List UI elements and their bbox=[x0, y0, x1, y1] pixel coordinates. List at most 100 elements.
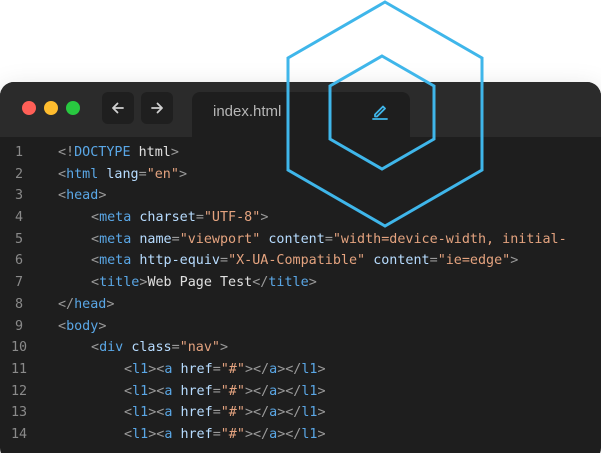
code-token: ></ bbox=[277, 361, 302, 377]
code-token: </ bbox=[58, 296, 75, 312]
code-text: <l1><a href="#"></a></l1> bbox=[58, 402, 326, 424]
line-number: 13 bbox=[10, 405, 28, 421]
code-token: l1 bbox=[132, 361, 149, 377]
code-token: meta bbox=[99, 210, 132, 226]
code-line: 14 <l1><a href="#"></a></l1> bbox=[0, 424, 601, 446]
code-token: >< bbox=[148, 383, 165, 399]
code-token: > bbox=[317, 426, 326, 442]
code-token: title bbox=[268, 275, 309, 291]
code-token: content bbox=[268, 231, 325, 247]
code-token: ></ bbox=[244, 405, 270, 421]
code-line: 6 <meta http-equiv="X-UA-Compatible" cont… bbox=[0, 250, 601, 272]
code-line: 13 <l1><a href="#"></a></l1> bbox=[0, 402, 601, 424]
code-token: > bbox=[510, 253, 519, 269]
back-button[interactable] bbox=[102, 92, 134, 124]
code-token: > bbox=[317, 361, 326, 377]
code-token: = bbox=[220, 253, 229, 269]
code-token: > bbox=[317, 383, 326, 399]
code-line: 4 <meta charset="UTF-8"> bbox=[0, 207, 601, 229]
line-number: 14 bbox=[10, 426, 28, 442]
code-text: <meta charset="UTF-8"> bbox=[58, 207, 268, 229]
code-line: 2 <html lang="en"> bbox=[0, 164, 601, 186]
close-window-button[interactable] bbox=[22, 101, 36, 115]
code-token: l1 bbox=[301, 383, 318, 399]
code-text: <html lang="en"> bbox=[58, 164, 187, 186]
code-token: < bbox=[91, 210, 100, 226]
code-line: 5 <meta name="viewport" content="width=de… bbox=[0, 229, 601, 251]
code-token: = bbox=[195, 210, 204, 226]
title-bar: index.html bbox=[0, 82, 601, 137]
code-token: > bbox=[98, 188, 107, 204]
code-token: title bbox=[99, 275, 140, 291]
code-token: "UTF-8" bbox=[203, 210, 261, 226]
code-token: a bbox=[269, 383, 278, 399]
code-token: > bbox=[98, 318, 107, 334]
code-text: <!DOCTYPE html> bbox=[58, 142, 179, 164]
code-token: head bbox=[74, 296, 107, 312]
code-token: > bbox=[308, 275, 317, 291]
code-text: <head> bbox=[58, 185, 106, 207]
code-token: "width=device-width, initial- bbox=[332, 231, 567, 247]
line-number: 3 bbox=[14, 188, 24, 204]
maximize-window-button[interactable] bbox=[66, 101, 80, 115]
code-token: a bbox=[269, 426, 278, 442]
code-text: <title>Web Page Test</title> bbox=[58, 272, 317, 294]
code-token: > bbox=[170, 145, 179, 160]
code-token: ></ bbox=[244, 383, 270, 399]
code-token: meta bbox=[99, 253, 132, 269]
code-line: 9 <body> bbox=[0, 316, 601, 338]
code-token: meta bbox=[99, 231, 132, 247]
code-token: < bbox=[58, 318, 67, 334]
line-number: 5 bbox=[14, 231, 24, 247]
line-number: 9 bbox=[14, 318, 24, 334]
code-token: a bbox=[269, 361, 278, 377]
code-token: href bbox=[180, 383, 213, 399]
code-token: < bbox=[124, 426, 133, 442]
code-token: < bbox=[124, 405, 133, 421]
pencil-icon[interactable] bbox=[370, 101, 390, 121]
code-text: <l1><a href="#"></a></l1> bbox=[58, 381, 326, 403]
forward-button[interactable] bbox=[141, 92, 173, 124]
minimize-window-button[interactable] bbox=[44, 101, 58, 115]
code-token: >< bbox=[148, 361, 165, 377]
code-token: ></ bbox=[277, 426, 302, 442]
code-text: <meta http-equiv="X-UA-Compatible" conte… bbox=[58, 250, 518, 272]
code-token: < bbox=[91, 275, 100, 291]
code-text: <l1><a href="#"></a></l1> bbox=[58, 424, 326, 446]
code-token: "#" bbox=[220, 383, 245, 399]
code-token: l1 bbox=[301, 361, 318, 377]
code-token: > bbox=[220, 340, 229, 356]
code-editor[interactable]: 1 <!DOCTYPE html> 2 <html lang="en"> 3 <head>… bbox=[0, 142, 601, 446]
code-token: "#" bbox=[220, 361, 245, 377]
line-number: 7 bbox=[14, 275, 24, 291]
tab-label: index.html bbox=[213, 103, 282, 120]
code-token: ></ bbox=[244, 361, 270, 377]
code-token: > bbox=[260, 210, 269, 226]
code-token: DOCTYPE bbox=[74, 145, 131, 160]
code-token: < bbox=[124, 383, 133, 399]
code-token: ></ bbox=[277, 405, 302, 421]
code-token: < bbox=[58, 188, 67, 204]
code-token: "X-UA-Compatible" bbox=[228, 253, 366, 269]
code-token: l1 bbox=[132, 426, 149, 442]
code-token: "#" bbox=[220, 405, 245, 421]
code-token: ></ bbox=[244, 426, 270, 442]
code-token: "viewport" bbox=[179, 231, 261, 247]
code-token: l1 bbox=[132, 405, 149, 421]
code-token: http-equiv bbox=[139, 253, 220, 269]
code-token: = bbox=[212, 426, 221, 442]
code-token: "ie=edge" bbox=[437, 253, 511, 269]
code-token: Web Page Test bbox=[147, 275, 253, 291]
code-token: l1 bbox=[301, 405, 318, 421]
code-token: href bbox=[180, 361, 213, 377]
code-token: = bbox=[212, 405, 221, 421]
tab-index-html[interactable]: index.html bbox=[192, 92, 410, 137]
line-number: 10 bbox=[10, 340, 28, 356]
code-token: href bbox=[180, 426, 213, 442]
line-number: 4 bbox=[14, 210, 24, 226]
code-token: = bbox=[138, 166, 147, 182]
code-line: 11 <l1><a href="#"></a></l1> bbox=[0, 359, 601, 381]
code-token: < bbox=[58, 166, 67, 182]
arrow-left-icon bbox=[112, 102, 124, 114]
code-token: content bbox=[373, 253, 430, 269]
